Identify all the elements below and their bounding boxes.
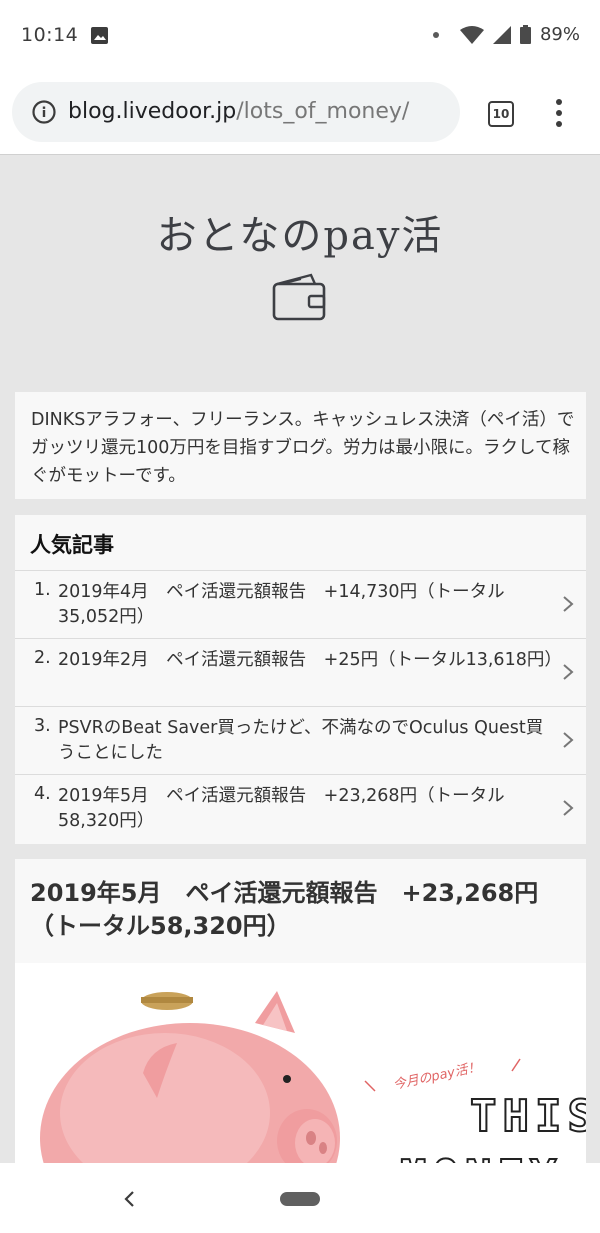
chevron-right-icon	[563, 732, 574, 748]
chevron-right-icon	[563, 664, 574, 680]
home-pill-button[interactable]	[280, 1192, 320, 1206]
status-bar: 10:14 89%	[0, 0, 600, 72]
wallet-icon	[272, 273, 326, 321]
blog-title[interactable]: おとなのpay活	[0, 203, 600, 261]
popular-item-number: 3.	[34, 716, 51, 736]
tab-count: 10	[492, 107, 510, 121]
url-domain: blog.livedoor.jp	[68, 99, 237, 124]
wifi-icon	[459, 25, 484, 44]
popular-item-number: 1.	[34, 580, 51, 600]
battery-percent: 89%	[539, 24, 580, 45]
battery-icon	[519, 25, 531, 44]
popular-item-number: 4.	[34, 784, 51, 804]
chevron-right-icon	[563, 800, 574, 816]
popular-item[interactable]: 1. 2019年4月 ペイ活還元額報告 +14,730円（トータル35,052円…	[15, 570, 586, 638]
blog-description-card: DINKSアラフォー、フリーランス。キャッシュレス決済（ペイ活）でガッツリ還元1…	[15, 392, 586, 499]
status-time: 10:14	[21, 24, 79, 46]
signal-icon	[492, 25, 511, 44]
popular-item[interactable]: 2. 2019年2月 ペイ活還元額報告 +25円（トータル13,618円）	[15, 638, 586, 706]
article-hero-image[interactable]: 今月のpay活！ THIS MONEY	[15, 963, 586, 1163]
notification-dot-icon	[432, 31, 439, 38]
popular-item[interactable]: 4. 2019年5月 ペイ活還元額報告 +23,268円（トータル58,320円…	[15, 774, 586, 842]
popular-item-title[interactable]: PSVRのBeat Saver買ったけど、不満なのでOculus Quest買う…	[58, 716, 558, 766]
back-icon[interactable]	[122, 1190, 136, 1208]
popular-articles-card: 人気記事 1. 2019年4月 ペイ活還元額報告 +14,730円（トータル35…	[15, 515, 586, 844]
popular-item-title[interactable]: 2019年5月 ペイ活還元額報告 +23,268円（トータル58,320円）	[58, 784, 558, 834]
hero-word-money: MONEY	[399, 1150, 562, 1163]
popular-item-number: 2.	[34, 648, 51, 668]
popular-heading: 人気記事	[30, 533, 114, 557]
url-path: /lots_of_money/	[236, 99, 410, 124]
url-bar[interactable]: blog.livedoor.jp/lots_of_money/	[12, 82, 460, 142]
page-content: おとなのpay活 DINKSアラフォー、フリーランス。キャッシュレス決済（ペイ活…	[0, 155, 600, 1163]
popular-item[interactable]: 3. PSVRのBeat Saver買ったけど、不満なのでOculus Ques…	[15, 706, 586, 774]
info-icon[interactable]	[32, 100, 56, 124]
hero-word-this: THIS	[469, 1090, 586, 1143]
overflow-menu-icon[interactable]	[550, 98, 568, 128]
image-icon	[91, 27, 108, 44]
browser-toolbar: blog.livedoor.jp/lots_of_money/ 10	[0, 72, 600, 155]
status-icons: 89%	[432, 24, 580, 45]
tab-switcher-button[interactable]: 10	[488, 101, 514, 127]
system-nav-bar	[0, 1163, 600, 1233]
popular-item-title[interactable]: 2019年4月 ペイ活還元額報告 +14,730円（トータル35,052円）	[58, 580, 558, 630]
blog-description: DINKSアラフォー、フリーランス。キャッシュレス決済（ペイ活）でガッツリ還元1…	[31, 410, 575, 486]
popular-list: 1. 2019年4月 ペイ活還元額報告 +14,730円（トータル35,052円…	[15, 570, 586, 842]
chevron-right-icon	[563, 596, 574, 612]
url-text[interactable]: blog.livedoor.jp/lots_of_money/	[68, 99, 409, 124]
popular-item-title[interactable]: 2019年2月 ペイ活還元額報告 +25円（トータル13,618円）	[58, 648, 562, 673]
article-title[interactable]: 2019年5月 ペイ活還元額報告 +23,268円（トータル58,320円）	[30, 877, 575, 943]
